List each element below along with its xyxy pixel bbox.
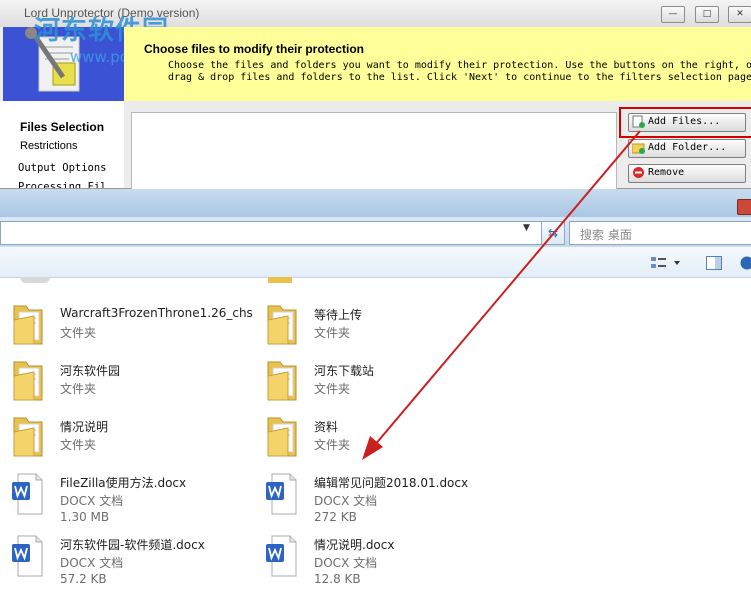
annotation-arrow bbox=[362, 130, 641, 460]
